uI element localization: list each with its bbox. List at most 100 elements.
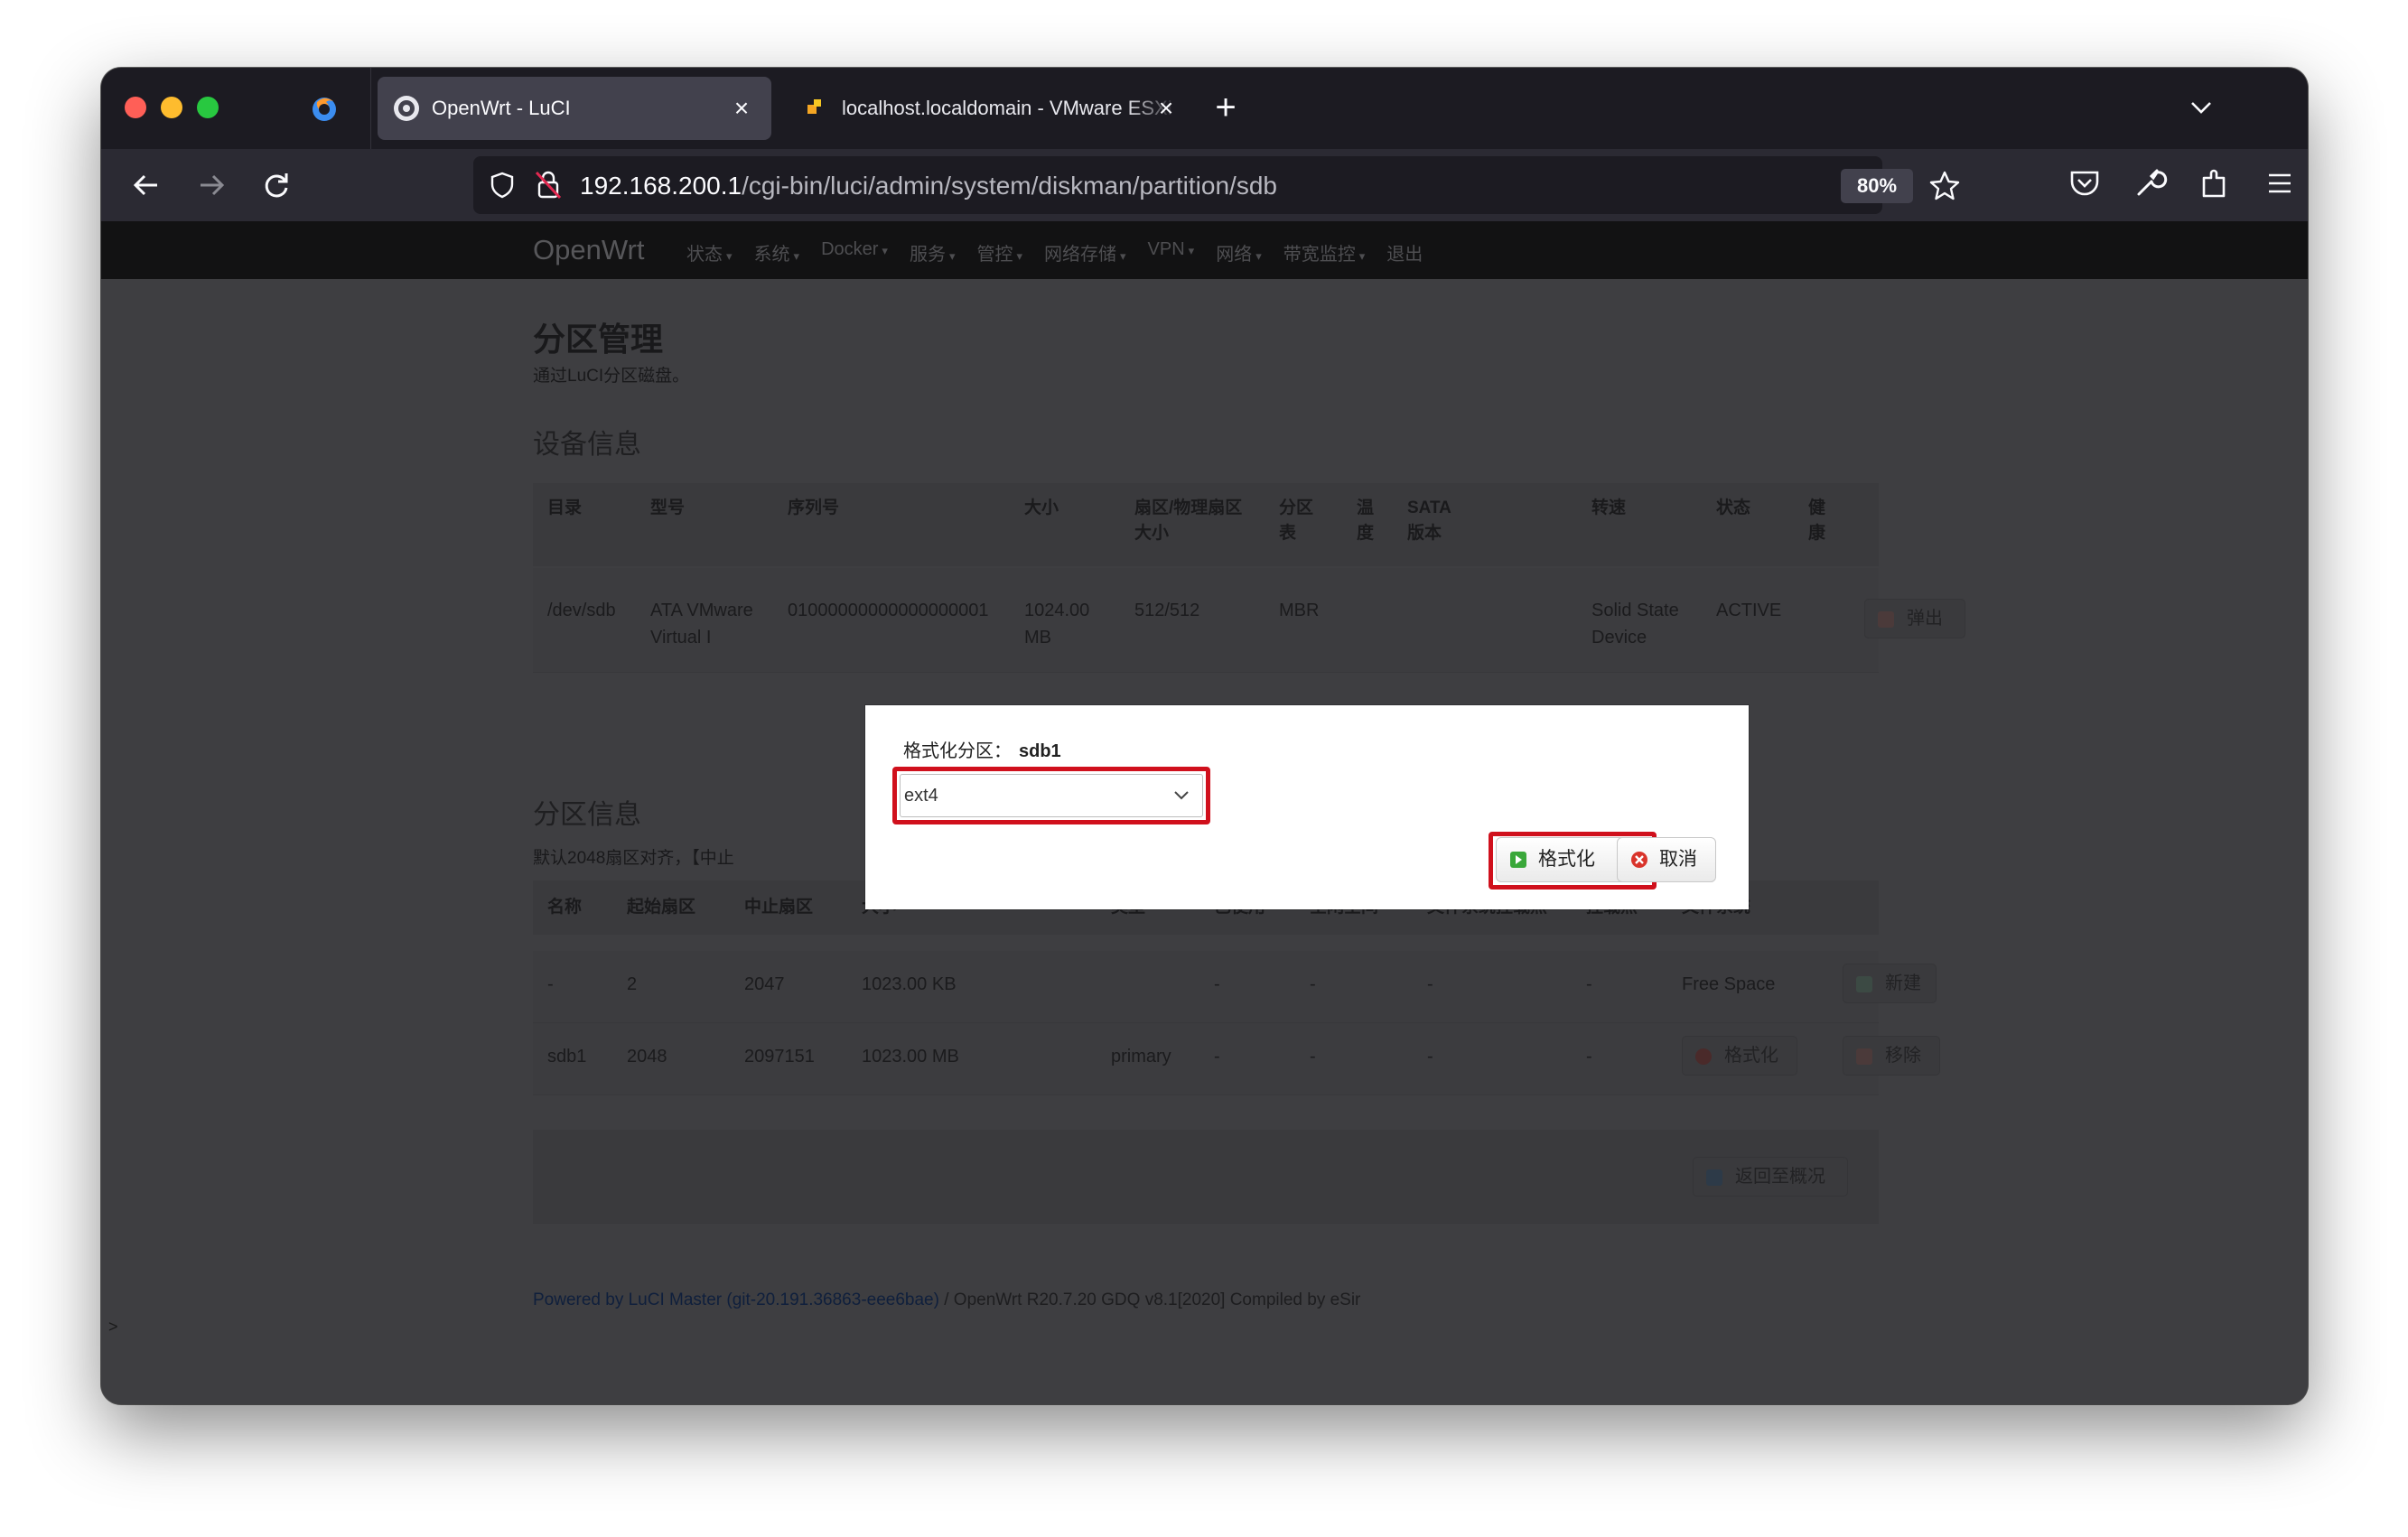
footer-text: / OpenWrt R20.7.20 GDQ v8.1[2020] Compil… bbox=[938, 1290, 1361, 1309]
vmware-favicon-icon bbox=[807, 99, 821, 114]
maximize-window-button[interactable] bbox=[197, 97, 219, 118]
new-label: 新建 bbox=[1885, 973, 1921, 993]
minimize-window-button[interactable] bbox=[161, 97, 182, 118]
remove-label: 移除 bbox=[1885, 1046, 1921, 1066]
col-header: 转速 bbox=[1591, 498, 1627, 517]
col-header: 型号 bbox=[650, 498, 686, 517]
footer: Powered by LuCI Master (git-20.191.36863… bbox=[533, 1290, 1360, 1310]
cell-size: 1023.00 MB bbox=[862, 1047, 959, 1067]
format-partition-button[interactable]: 格式化 bbox=[1682, 1036, 1797, 1076]
menu-item[interactable]: 状态 ▾ bbox=[686, 239, 733, 265]
zoom-level-button[interactable]: 80% bbox=[1841, 169, 1913, 203]
page-description: 通过LuCI分区磁盘。 bbox=[533, 367, 690, 386]
format-label: 格式化 bbox=[1724, 1046, 1778, 1066]
col-header: 健康 bbox=[1808, 498, 1826, 543]
cell-start: 2 bbox=[627, 974, 638, 994]
menu-item[interactable]: VPN ▾ bbox=[1148, 239, 1195, 265]
filesystem-highlight: ext4 bbox=[892, 767, 1210, 824]
bookmark-star-icon[interactable] bbox=[1927, 169, 1962, 203]
menu-item[interactable]: 系统 ▾ bbox=[754, 239, 800, 265]
forward-arrow-icon[interactable] bbox=[190, 163, 233, 207]
cell-mount: - bbox=[1586, 974, 1592, 994]
device-model: ATA VMware Virtual I bbox=[650, 601, 753, 647]
col-header: 分区表 bbox=[1279, 498, 1314, 543]
console-caret: > bbox=[108, 1318, 118, 1336]
format-dialog: 格式化分区： sdb1 ext4 格式化 取消 bbox=[865, 705, 1749, 909]
menu-item-label: 服务 bbox=[909, 245, 946, 265]
filesystem-value: ext4 bbox=[904, 786, 938, 806]
menu-item[interactable]: 退出 bbox=[1386, 239, 1423, 265]
tab-separator bbox=[370, 68, 371, 149]
tab-title: OpenWrt - LuCI bbox=[432, 97, 571, 119]
close-tab-icon[interactable]: × bbox=[1153, 95, 1180, 122]
back-arrow-icon[interactable] bbox=[125, 163, 168, 207]
menu-item[interactable]: Docker ▾ bbox=[821, 239, 888, 265]
menu-item-label: 带宽监控 bbox=[1283, 245, 1356, 265]
insecure-lock-icon[interactable] bbox=[533, 169, 564, 201]
caret-down-icon: ▾ bbox=[1188, 244, 1195, 257]
close-tab-icon[interactable]: × bbox=[728, 95, 755, 122]
cell-name: sdb1 bbox=[547, 1047, 587, 1067]
cell-size: 1023.00 KB bbox=[862, 974, 957, 994]
table-row: sdb1 2048 2097151 1023.00 MB primary - -… bbox=[533, 1023, 1940, 1095]
device-size: 1024.00 MB bbox=[1024, 601, 1090, 647]
caret-down-icon: ▾ bbox=[1255, 249, 1262, 263]
filesystem-select[interactable]: ext4 bbox=[900, 774, 1203, 817]
openwrt-brand[interactable]: OpenWrt bbox=[533, 234, 644, 266]
openwrt-header: OpenWrt 状态 ▾ 系统 ▾ Docker ▾ 服务 ▾ 管控 ▾ 网络存储 ▾ VPN ▾ 网络 ▾ 带… bbox=[101, 221, 2308, 279]
url-host: 192.168.200.1 bbox=[580, 172, 742, 200]
table-row: - 2 2047 1023.00 KB - - - - Free Space 新… bbox=[533, 951, 1937, 1023]
openwrt-menu: 状态 ▾ 系统 ▾ Docker ▾ 服务 ▾ 管控 ▾ 网络存储 ▾ VPN ▾ 网络 ▾ 带宽监控 ▾ 退出 bbox=[686, 239, 1444, 265]
firefox-view-icon[interactable] bbox=[309, 93, 340, 124]
hamburger-menu-icon[interactable] bbox=[2260, 163, 2300, 203]
new-partition-button[interactable]: 新建 bbox=[1843, 964, 1937, 1003]
back-to-overview-button[interactable]: 返回至概况 bbox=[1693, 1157, 1848, 1197]
menu-item[interactable]: 服务 ▾ bbox=[910, 239, 956, 265]
tab-openwrt[interactable]: OpenWrt - LuCI × bbox=[378, 77, 771, 140]
new-icon bbox=[1856, 976, 1872, 992]
chevron-down-icon[interactable] bbox=[2185, 91, 2217, 124]
new-tab-button[interactable]: + bbox=[1205, 88, 1246, 129]
reload-icon[interactable] bbox=[255, 163, 298, 207]
play-icon bbox=[1510, 852, 1526, 868]
shield-icon[interactable] bbox=[488, 171, 517, 200]
remove-partition-button[interactable]: 移除 bbox=[1843, 1036, 1940, 1076]
openwrt-favicon-icon bbox=[394, 96, 419, 121]
back-icon bbox=[1706, 1169, 1722, 1186]
caret-down-icon: ▾ bbox=[948, 249, 956, 263]
tab-strip: OpenWrt - LuCI × localhost.localdomain -… bbox=[101, 68, 2308, 149]
extensions-icon[interactable] bbox=[2195, 163, 2235, 203]
close-window-button[interactable] bbox=[125, 97, 146, 118]
menu-item-label: 管控 bbox=[976, 245, 1013, 265]
menu-item[interactable]: 管控 ▾ bbox=[976, 239, 1022, 265]
menu-item[interactable]: 带宽监控 ▾ bbox=[1283, 239, 1366, 265]
menu-item-label: VPN bbox=[1147, 239, 1185, 259]
url-text: 192.168.200.1/cgi-bin/luci/admin/system/… bbox=[580, 172, 1277, 200]
col-header: 状态 bbox=[1716, 498, 1751, 517]
cancel-button[interactable]: 取消 bbox=[1617, 837, 1716, 882]
col-header: 大小 bbox=[1024, 498, 1059, 517]
cell-end: 2047 bbox=[744, 974, 785, 994]
caret-down-icon: ▾ bbox=[726, 249, 733, 263]
cell-usage: - bbox=[1427, 1047, 1433, 1067]
pocket-icon[interactable] bbox=[2065, 163, 2105, 203]
format-partition-label: 格式化分区： bbox=[903, 741, 1012, 761]
format-button-label: 格式化 bbox=[1538, 849, 1595, 870]
cell-name: - bbox=[547, 974, 554, 994]
eject-button[interactable]: 弹出 bbox=[1864, 599, 1965, 638]
menu-item[interactable]: 网络 ▾ bbox=[1216, 239, 1262, 265]
tab-title: localhost.localdomain - VMware ESXi bbox=[842, 97, 1172, 119]
luci-link[interactable]: Powered by LuCI Master (git-20.191.36863… bbox=[533, 1290, 939, 1309]
cell-start: 2048 bbox=[627, 1047, 667, 1067]
cell-free: - bbox=[1310, 1047, 1316, 1067]
menu-item[interactable]: 网络存储 ▾ bbox=[1044, 239, 1126, 265]
address-bar[interactable]: 192.168.200.1/cgi-bin/luci/admin/system/… bbox=[473, 156, 1960, 214]
col-header: 名称 bbox=[547, 898, 583, 917]
col-header: 温度 bbox=[1357, 498, 1375, 543]
wrench-icon[interactable] bbox=[2130, 163, 2170, 203]
chevron-down-icon bbox=[1174, 791, 1189, 800]
menu-item-label: 网络 bbox=[1216, 245, 1253, 265]
col-header: 起始扇区 bbox=[627, 898, 696, 917]
device-status: ACTIVE bbox=[1716, 601, 1782, 620]
remove-icon bbox=[1856, 1048, 1872, 1065]
